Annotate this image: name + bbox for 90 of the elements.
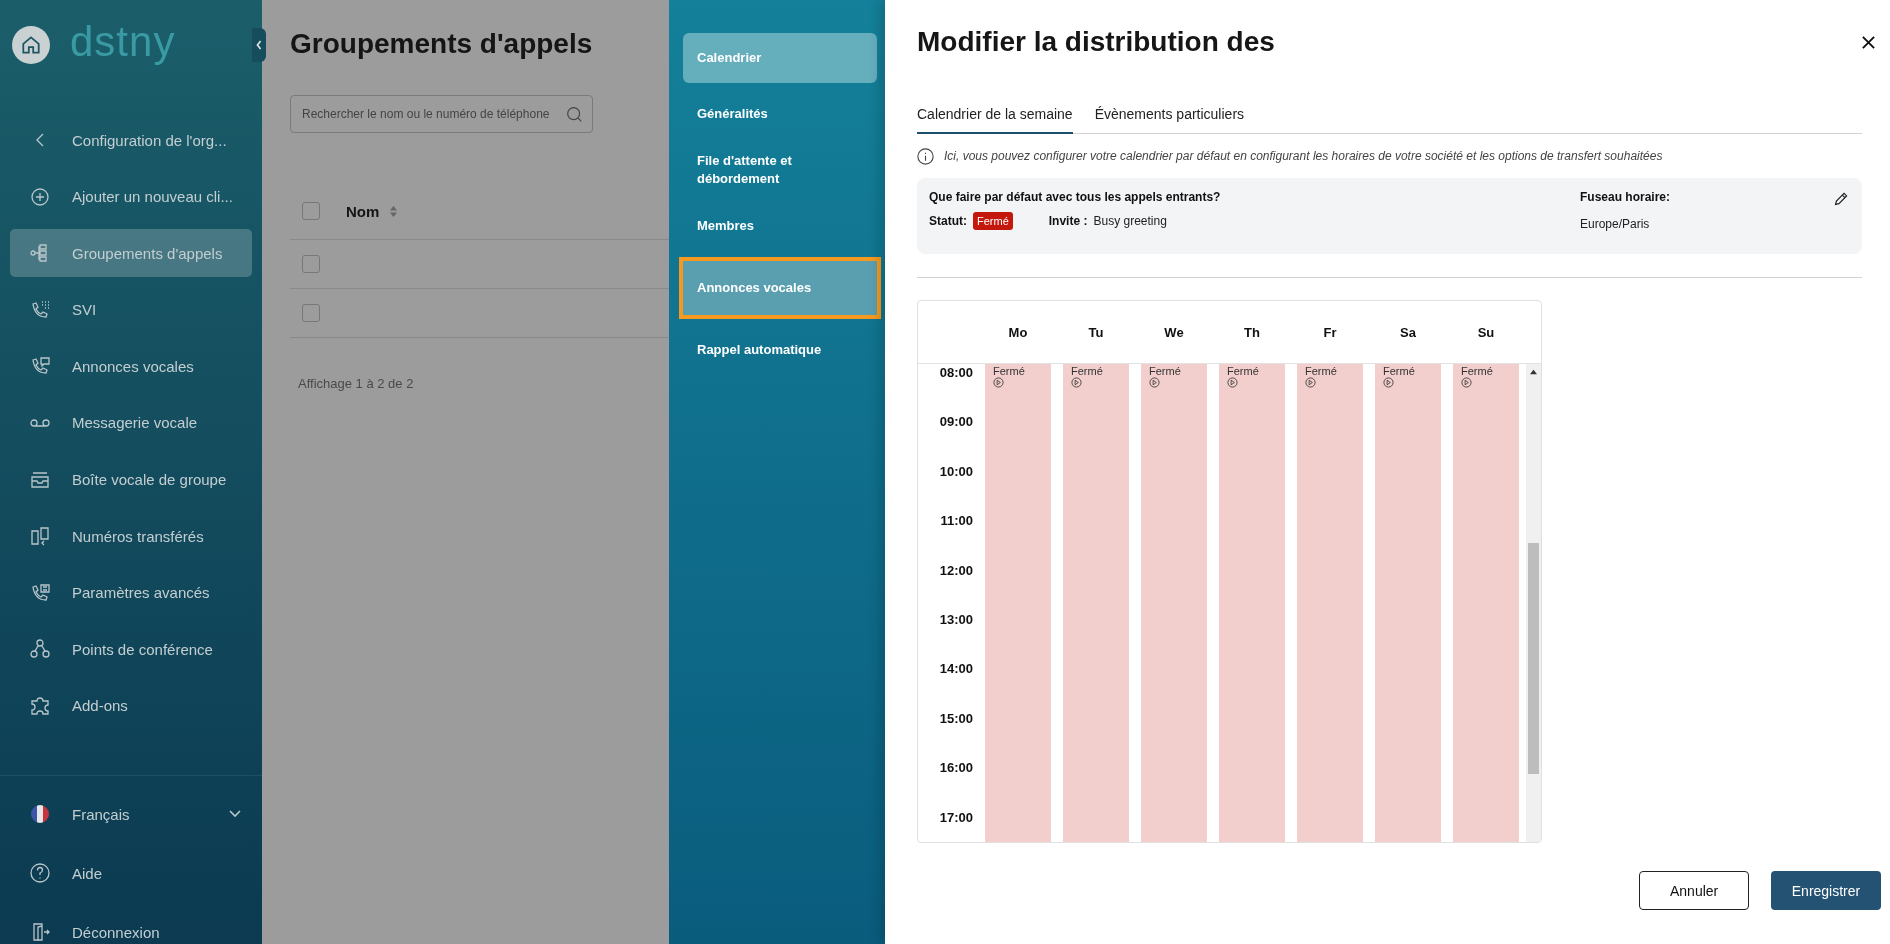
pagination-info: Affichage 1 à 2 de 2 bbox=[297, 376, 415, 391]
timezone-label: Fuseau horaire: bbox=[1580, 190, 1672, 204]
hour-label: 17:00 bbox=[939, 809, 973, 825]
info-icon bbox=[917, 147, 934, 165]
tab[interactable]: Calendrier de la semaine bbox=[917, 106, 1073, 134]
save-button[interactable]: Enregistrer bbox=[1771, 871, 1881, 910]
help-icon bbox=[30, 863, 50, 883]
settings-nav-item[interactable]: File d'attente et débordement bbox=[683, 145, 877, 195]
question-text: Que faire par défaut avec tous les appels entrants? bbox=[929, 190, 1222, 204]
closed-event[interactable]: Fermé bbox=[1375, 364, 1441, 842]
sidebar-item[interactable]: Ajouter un nouveau cli... bbox=[10, 172, 252, 221]
day-header: Fr bbox=[1322, 324, 1338, 340]
row-checkbox[interactable] bbox=[302, 304, 320, 322]
info-text: Ici, vous pouvez configurer votre calendrier par défaut en configurant les horaires de votre société et les options de transfert souhaitées bbox=[944, 149, 1663, 163]
select-all-checkbox[interactable] bbox=[302, 202, 320, 220]
sidebar-item[interactable]: Paramètres avancés bbox=[10, 568, 252, 617]
hour-label: 09:00 bbox=[939, 414, 973, 430]
play-icon bbox=[1305, 377, 1316, 388]
sidebar-item[interactable]: Points de conférence bbox=[10, 625, 252, 674]
sidebar-item[interactable]: Configuration de l'org... bbox=[10, 116, 252, 164]
invite-value: Busy greeting bbox=[1093, 214, 1167, 228]
tray-icon bbox=[30, 469, 50, 490]
hour-label: 11:00 bbox=[940, 513, 973, 529]
scrollbar-thumb[interactable] bbox=[1528, 543, 1539, 774]
day-header: Su bbox=[1476, 324, 1496, 340]
tab[interactable]: Évènements particuliers bbox=[1094, 106, 1245, 134]
people-network-icon bbox=[30, 639, 50, 660]
sidebar-item[interactable]: Add-ons bbox=[10, 681, 252, 730]
timezone-value: Europe/Paris bbox=[1580, 217, 1651, 231]
flag-icon bbox=[30, 804, 50, 824]
day-header: Tu bbox=[1087, 324, 1105, 340]
hour-label: 12:00 bbox=[939, 562, 973, 578]
day-header: Mo bbox=[1007, 324, 1029, 340]
row-checkbox[interactable] bbox=[302, 255, 320, 273]
hour-label: 13:00 bbox=[939, 611, 973, 627]
hour-label: 15:00 bbox=[939, 710, 973, 726]
sidebar-item[interactable]: Numéros transférés bbox=[10, 512, 252, 561]
day-header: We bbox=[1163, 324, 1185, 340]
sidebar-item[interactable]: Aide bbox=[10, 849, 252, 897]
closed-event[interactable]: Fermé bbox=[1141, 364, 1207, 842]
logout-icon bbox=[30, 922, 50, 942]
phone-message-icon bbox=[30, 356, 50, 377]
status-label: Statut: bbox=[929, 214, 967, 228]
page-title: Groupements d'appels bbox=[290, 28, 594, 61]
hour-label: 14:00 bbox=[939, 661, 973, 677]
phone-keypad-icon bbox=[30, 299, 50, 320]
close-icon[interactable] bbox=[1861, 34, 1876, 50]
phone-list-icon bbox=[30, 582, 50, 603]
closed-event[interactable]: Fermé bbox=[985, 364, 1051, 842]
sidebar-item[interactable]: Annonces vocales bbox=[10, 342, 252, 391]
search-field[interactable]: Rechercher le nom ou le numéro de téléphone bbox=[290, 95, 593, 133]
closed-event[interactable]: Fermé bbox=[1063, 364, 1129, 842]
chevron-down-icon bbox=[228, 809, 242, 819]
settings-nav-item[interactable]: Membres bbox=[683, 201, 877, 251]
home-icon[interactable] bbox=[12, 26, 50, 64]
play-icon bbox=[1461, 377, 1472, 388]
hour-label: 10:00 bbox=[939, 463, 973, 479]
play-icon bbox=[993, 377, 1004, 388]
closed-event[interactable]: Fermé bbox=[1219, 364, 1285, 842]
sidebar-item[interactable]: Déconnexion bbox=[10, 908, 252, 944]
panel-title: Modifier la distribution des bbox=[917, 26, 1275, 58]
scroll-up-icon[interactable] bbox=[1529, 368, 1538, 375]
collapse-button[interactable] bbox=[252, 28, 266, 62]
logo: dstny bbox=[70, 18, 176, 66]
hour-label: 16:00 bbox=[939, 760, 973, 776]
hour-label: 08:00 bbox=[939, 365, 973, 380]
settings-nav-item[interactable]: Généralités bbox=[683, 89, 877, 139]
closed-event[interactable]: Fermé bbox=[1297, 364, 1363, 842]
play-icon bbox=[1071, 377, 1082, 388]
devices-icon bbox=[30, 526, 50, 547]
sidebar-item[interactable]: Messagerie vocale bbox=[10, 398, 252, 447]
cancel-button[interactable]: Annuler bbox=[1639, 871, 1749, 910]
play-icon bbox=[1383, 377, 1394, 388]
play-icon bbox=[1149, 377, 1160, 388]
status-badge: Fermé bbox=[973, 212, 1013, 230]
language-selector[interactable]: Français bbox=[10, 790, 252, 838]
invite-label: Invite : bbox=[1048, 214, 1088, 228]
pencil-icon[interactable] bbox=[1833, 190, 1850, 207]
sidebar-item[interactable]: Boîte vocale de groupe bbox=[10, 455, 252, 504]
puzzle-icon bbox=[30, 695, 50, 716]
org-chart-icon bbox=[30, 243, 50, 264]
day-header: Th bbox=[1243, 324, 1261, 340]
day-header: Sa bbox=[1399, 324, 1417, 340]
settings-nav-item[interactable]: Rappel automatique bbox=[683, 325, 877, 375]
column-header[interactable]: Nom bbox=[346, 202, 380, 220]
chevron-left-icon bbox=[255, 39, 263, 51]
play-icon bbox=[1227, 377, 1238, 388]
closed-event[interactable]: Fermé bbox=[1453, 364, 1519, 842]
sidebar-item[interactable]: SVI bbox=[10, 285, 252, 334]
search-icon bbox=[566, 106, 583, 123]
